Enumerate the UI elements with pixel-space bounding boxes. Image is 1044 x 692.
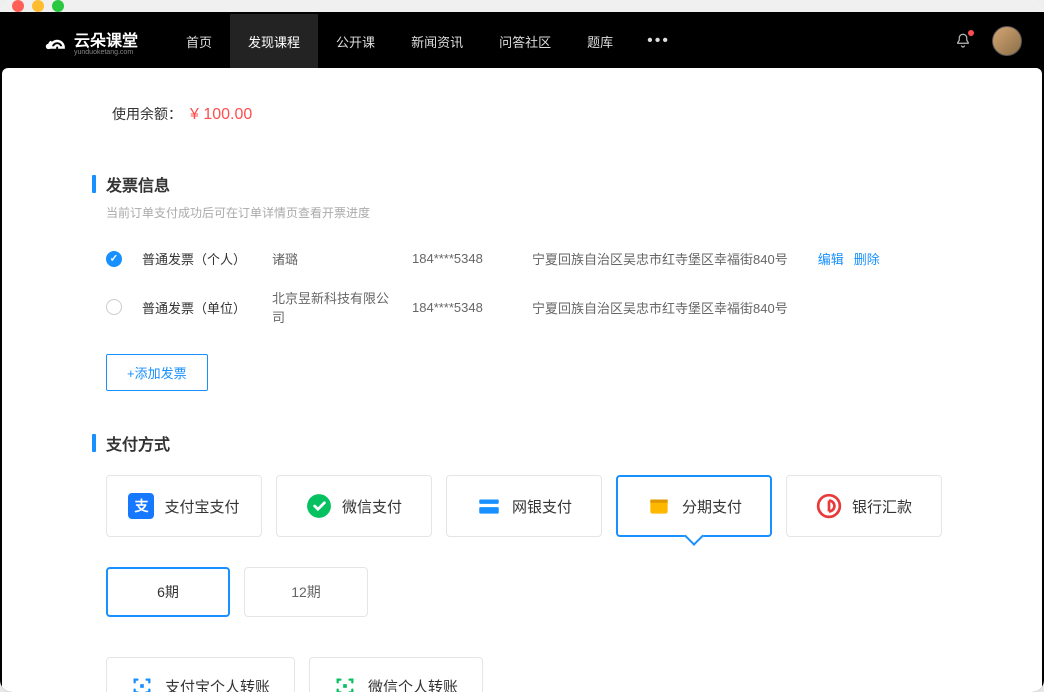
user-avatar[interactable] — [992, 26, 1022, 56]
nav-item-4[interactable]: 问答社区 — [481, 14, 569, 68]
balance-label: 使用余额： — [112, 104, 182, 124]
pay-option-installment[interactable]: 分期支付 — [616, 475, 772, 537]
period-option-0[interactable]: 6期 — [106, 567, 230, 617]
add-invoice-button[interactable]: +添加发票 — [106, 354, 208, 391]
pay-option-label: 分期支付 — [682, 496, 742, 517]
nav-item-2[interactable]: 公开课 — [318, 14, 393, 68]
invoice-section-subtitle: 当前订单支付成功后可在订单详情页查看开票进度 — [92, 204, 952, 221]
pay-option-alipay[interactable]: 支支付宝支付 — [106, 475, 262, 537]
invoice-address: 宁夏回族自治区吴忠市红寺堡区幸福街840号 — [532, 249, 788, 268]
invoice-delete-link[interactable]: 删除 — [854, 249, 880, 268]
transfer-option-1[interactable]: 微信个人转账 — [309, 657, 483, 692]
invoice-radio[interactable] — [106, 299, 122, 315]
logo[interactable]: 云朵课堂 yunduoketang.com — [42, 27, 138, 56]
invoice-radio[interactable] — [106, 251, 122, 267]
close-window-icon[interactable] — [12, 0, 24, 12]
invoice-type: 普通发票（个人） — [142, 249, 252, 268]
logo-text: 云朵课堂 — [74, 27, 138, 51]
invoice-address: 宁夏回族自治区吴忠市红寺堡区幸福街840号 — [532, 298, 788, 317]
transfer-option-0[interactable]: 支付宝个人转账 — [106, 657, 295, 692]
invoice-row[interactable]: 普通发票（单位） 北京昱新科技有限公司 184****5348 宁夏回族自治区吴忠市红… — [92, 278, 952, 336]
pay-option-label: 网银支付 — [512, 496, 572, 517]
invoice-name: 北京昱新科技有限公司 — [272, 288, 392, 326]
invoice-name: 诸璐 — [272, 249, 392, 268]
pay-option-label: 银行汇款 — [852, 496, 912, 517]
bracket-icon — [131, 675, 153, 692]
nav-item-1[interactable]: 发现课程 — [230, 14, 318, 68]
transfer-option-label: 微信个人转账 — [368, 676, 458, 692]
payment-section-title: 支付方式 — [92, 431, 952, 455]
top-navbar: 云朵课堂 yunduoketang.com 首页发现课程公开课新闻资讯问答社区题… — [2, 14, 1042, 68]
window-titlebar — [0, 0, 1044, 12]
maximize-window-icon[interactable] — [52, 0, 64, 12]
pay-option-remit[interactable]: 银行汇款 — [786, 475, 942, 537]
balance-amount: ¥ 100.00 — [190, 106, 252, 124]
pay-option-label: 支付宝支付 — [164, 496, 239, 517]
pay-option-label: 微信支付 — [342, 496, 402, 517]
main-nav: 首页发现课程公开课新闻资讯问答社区题库 — [168, 14, 631, 68]
transfer-option-label: 支付宝个人转账 — [165, 676, 270, 692]
invoice-type: 普通发票（单位） — [142, 298, 252, 317]
nav-more-icon[interactable]: ••• — [631, 32, 686, 50]
notification-dot-icon — [968, 30, 974, 36]
nav-item-5[interactable]: 题库 — [569, 14, 631, 68]
nav-item-0[interactable]: 首页 — [168, 14, 230, 68]
invoice-phone: 184****5348 — [412, 300, 512, 315]
pay-option-bank[interactable]: 网银支付 — [446, 475, 602, 537]
invoice-row[interactable]: 普通发票（个人） 诸璐 184****5348 宁夏回族自治区吴忠市红寺堡区幸福街84… — [92, 239, 952, 278]
logo-icon — [42, 28, 68, 54]
minimize-window-icon[interactable] — [32, 0, 44, 12]
invoice-phone: 184****5348 — [412, 251, 512, 266]
notification-bell-icon[interactable] — [954, 32, 972, 50]
period-option-1[interactable]: 12期 — [244, 567, 368, 617]
logo-subtext: yunduoketang.com — [74, 49, 138, 56]
pay-option-wechat[interactable]: 微信支付 — [276, 475, 432, 537]
bracket-icon — [334, 675, 356, 692]
nav-item-3[interactable]: 新闻资讯 — [393, 14, 481, 68]
invoice-section-title: 发票信息 — [92, 172, 952, 196]
invoice-edit-link[interactable]: 编辑 — [818, 249, 844, 268]
balance-row: 使用余额： ¥ 100.00 — [92, 104, 952, 124]
